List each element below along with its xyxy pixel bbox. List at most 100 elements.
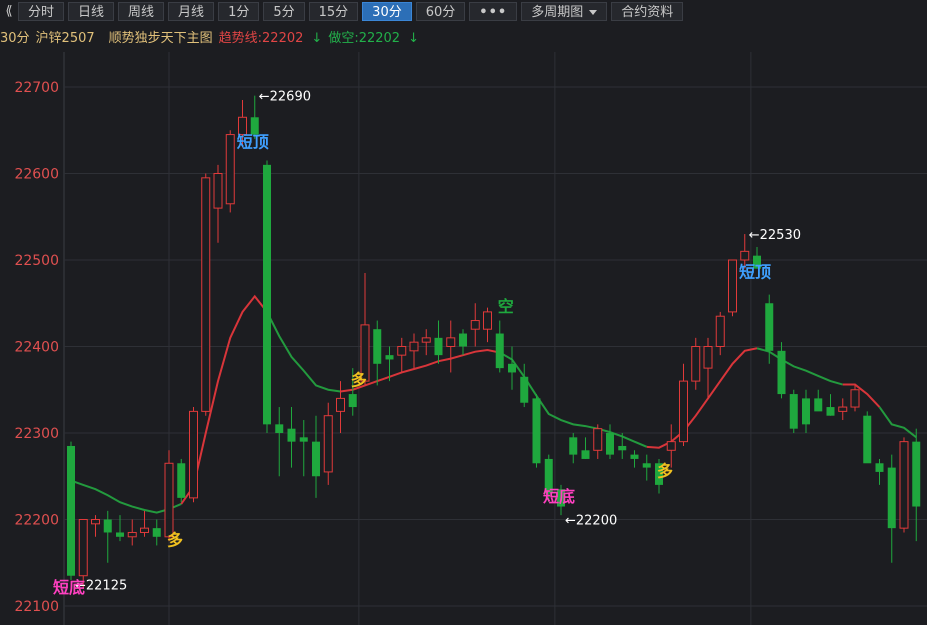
candle-body-up — [140, 527, 149, 533]
signal-label: 多 — [167, 530, 183, 549]
y-tick-label: 22500 — [14, 253, 59, 269]
candle[interactable] — [275, 407, 284, 477]
candle[interactable] — [152, 519, 161, 546]
candle-body-up — [446, 337, 456, 348]
candle[interactable] — [863, 411, 872, 464]
candle-body-up — [409, 341, 419, 352]
candle[interactable] — [103, 510, 112, 563]
candle[interactable] — [495, 320, 504, 373]
candle[interactable] — [703, 337, 713, 399]
candle[interactable] — [127, 519, 137, 546]
candle[interactable] — [225, 130, 235, 213]
candle[interactable] — [91, 515, 100, 537]
candle-body-down — [532, 398, 541, 464]
candle[interactable] — [715, 311, 725, 356]
candle[interactable] — [336, 381, 345, 433]
candle[interactable] — [177, 458, 186, 503]
candle[interactable] — [508, 346, 516, 390]
candle[interactable] — [569, 433, 578, 464]
candle-body-down — [887, 467, 896, 529]
signal-label: 多 — [351, 370, 367, 389]
candle[interactable] — [642, 454, 651, 481]
candle[interactable] — [263, 160, 271, 433]
candle-body-up — [164, 462, 174, 538]
candle[interactable] — [691, 337, 701, 390]
candle-body-down — [777, 350, 786, 395]
candle-body-up — [838, 406, 848, 412]
candle[interactable] — [397, 337, 407, 373]
candle[interactable] — [459, 329, 467, 356]
candle-body-down — [348, 394, 357, 408]
signal-label: 短顶 — [739, 262, 771, 281]
candle-body-up — [470, 320, 480, 330]
candle-body-down — [287, 428, 296, 442]
candle[interactable] — [421, 329, 431, 356]
candle[interactable] — [899, 437, 909, 533]
signal-label: 短顶 — [237, 133, 269, 152]
candle-body-up — [593, 428, 603, 451]
candle-body-down — [373, 329, 382, 364]
candle[interactable] — [67, 441, 75, 581]
candle[interactable] — [312, 415, 320, 498]
candle[interactable] — [189, 407, 198, 503]
candle-body-down — [765, 303, 774, 351]
candle[interactable] — [520, 363, 529, 408]
candle[interactable] — [323, 402, 333, 485]
candle-body-down — [67, 445, 75, 576]
y-tick-label: 22400 — [14, 340, 59, 356]
candle[interactable] — [373, 320, 382, 386]
candle[interactable] — [201, 173, 211, 416]
candlestick-chart[interactable]: 22100222002230022400225002260022700←2212… — [0, 0, 927, 625]
candle[interactable] — [875, 458, 884, 485]
candle[interactable] — [446, 320, 456, 373]
candle-body-down — [642, 463, 651, 468]
candle-body-up — [703, 346, 713, 369]
candle[interactable] — [213, 164, 223, 243]
candle[interactable] — [789, 389, 798, 433]
candle[interactable] — [887, 454, 896, 563]
candle[interactable] — [140, 510, 149, 537]
candle[interactable] — [838, 398, 848, 421]
candle[interactable] — [532, 394, 541, 468]
candle-body-up — [78, 519, 88, 577]
candle-body-down — [789, 394, 798, 429]
candle[interactable] — [299, 420, 308, 477]
y-tick-label: 22300 — [14, 426, 59, 442]
candle-body-up — [397, 346, 407, 356]
candle[interactable] — [409, 333, 419, 369]
candle[interactable] — [814, 389, 823, 412]
candle[interactable] — [630, 450, 639, 468]
candle[interactable] — [164, 450, 174, 542]
signal-label: 短底 — [543, 487, 575, 506]
candle[interactable] — [850, 385, 860, 412]
candle[interactable] — [360, 272, 370, 386]
candle[interactable] — [777, 342, 786, 399]
candle-body-down — [520, 376, 529, 403]
signal-label: 空 — [498, 297, 514, 316]
candle-body-up — [899, 441, 909, 529]
candle-body-down — [312, 441, 320, 477]
price-annotation: ←22530 — [749, 228, 801, 243]
candle[interactable] — [287, 407, 296, 468]
candle[interactable] — [581, 437, 590, 459]
candle[interactable] — [593, 424, 603, 459]
candle[interactable] — [912, 428, 921, 542]
candle[interactable] — [728, 259, 737, 317]
candle[interactable] — [483, 307, 492, 343]
candle-body-up — [666, 441, 676, 451]
candle-body-up — [679, 380, 688, 443]
candle-body-down — [434, 337, 443, 356]
candle[interactable] — [826, 394, 835, 416]
candle[interactable] — [470, 303, 480, 347]
candle-body-up — [850, 389, 860, 408]
candle[interactable] — [606, 424, 614, 459]
candle-body-down — [116, 532, 124, 537]
candle-body-down — [618, 445, 627, 451]
signal-label: 短底 — [53, 578, 85, 597]
candle[interactable] — [679, 363, 688, 446]
candle-body-down — [385, 355, 394, 360]
candle[interactable] — [434, 320, 443, 364]
candle-body-down — [581, 450, 590, 459]
signal-label: 多 — [657, 461, 673, 480]
candle[interactable] — [802, 389, 810, 433]
